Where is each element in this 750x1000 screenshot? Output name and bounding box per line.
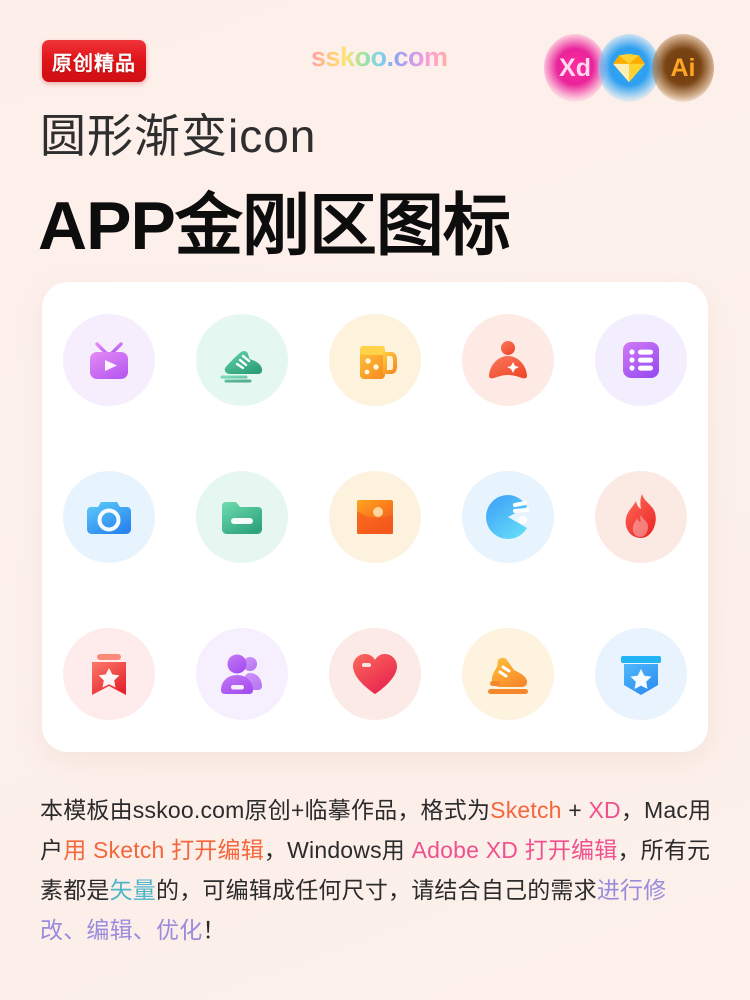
pacman-moon-icon[interactable] [462, 470, 555, 563]
person-health-icon[interactable] [462, 314, 555, 407]
flame-fire-icon-glyph [626, 493, 657, 538]
badge-star-icon-glyph [621, 655, 662, 695]
page-subtitle: 圆形渐变icon [40, 110, 317, 162]
photo-image-icon-glyph [356, 499, 393, 534]
adobe-xd-icon: Xd [544, 34, 606, 102]
sneaker-step-icon[interactable] [462, 627, 555, 720]
icon-showcase-card [42, 282, 708, 752]
pacman-moon-icon-glyph [486, 494, 530, 539]
footer-description: 本模板由sskoo.com原创+临摹作品，格式为Sketch + XD，Mac用… [40, 790, 712, 950]
bookmark-star-icon[interactable] [62, 627, 155, 720]
person-health-icon-glyph [489, 341, 528, 379]
tv-video-icon-glyph [89, 342, 128, 380]
camera-icon[interactable] [62, 470, 155, 563]
sketch-icon [598, 34, 660, 102]
footer-segment: Sketch [490, 797, 562, 823]
heart-icon-glyph [352, 653, 397, 694]
site-logo: sskoo.com [311, 42, 448, 72]
badge-star-icon[interactable] [595, 627, 688, 720]
footer-segment: 矢量 [109, 877, 157, 903]
adobe-illustrator-label: Ai [670, 53, 696, 82]
adobe-xd-label: Xd [559, 53, 591, 82]
list-menu-icon-glyph [623, 342, 660, 379]
heart-icon[interactable] [328, 627, 421, 720]
photo-image-icon[interactable] [328, 470, 421, 563]
footer-segment: Adobe XD 打开编辑 [411, 837, 618, 863]
sneaker-step-icon-glyph [488, 657, 529, 694]
folder-icon-glyph [221, 501, 262, 534]
flame-fire-icon[interactable] [595, 470, 688, 563]
running-shoe-icon[interactable] [195, 314, 288, 407]
beer-mug-icon-glyph [359, 346, 397, 380]
users-group-icon[interactable] [195, 627, 288, 720]
footer-segment: 用 Sketch 打开编辑 [63, 837, 264, 863]
adobe-illustrator-icon: Ai [652, 34, 714, 102]
footer-segment: ，Windows用 [263, 837, 412, 863]
tool-badge-group: Xd Ai [544, 34, 714, 102]
footer-segment: 本模板由sskoo.com原创+临摹作品，格式为 [40, 797, 491, 823]
page-title: APP金刚区图标 [38, 188, 511, 264]
bookmark-star-icon-glyph [91, 653, 126, 695]
list-menu-icon[interactable] [595, 314, 688, 407]
tv-video-icon[interactable] [62, 314, 155, 407]
folder-icon[interactable] [195, 470, 288, 563]
camera-icon-glyph [86, 501, 131, 534]
beer-mug-icon[interactable] [328, 314, 421, 407]
footer-segment: XD [588, 797, 621, 823]
users-group-icon-glyph [220, 654, 262, 694]
footer-segment: + [561, 797, 589, 823]
footer-segment: 的，可编辑成任何尺寸，请结合自己的需求 [156, 877, 597, 903]
original-quality-badge: 原创精品 [42, 40, 146, 82]
running-shoe-icon-glyph [220, 351, 262, 383]
footer-segment: ！ [202, 917, 226, 943]
page-header: 原创精品 sskoo.com Xd Ai [0, 34, 750, 102]
sketch-gem-shape [613, 53, 645, 83]
